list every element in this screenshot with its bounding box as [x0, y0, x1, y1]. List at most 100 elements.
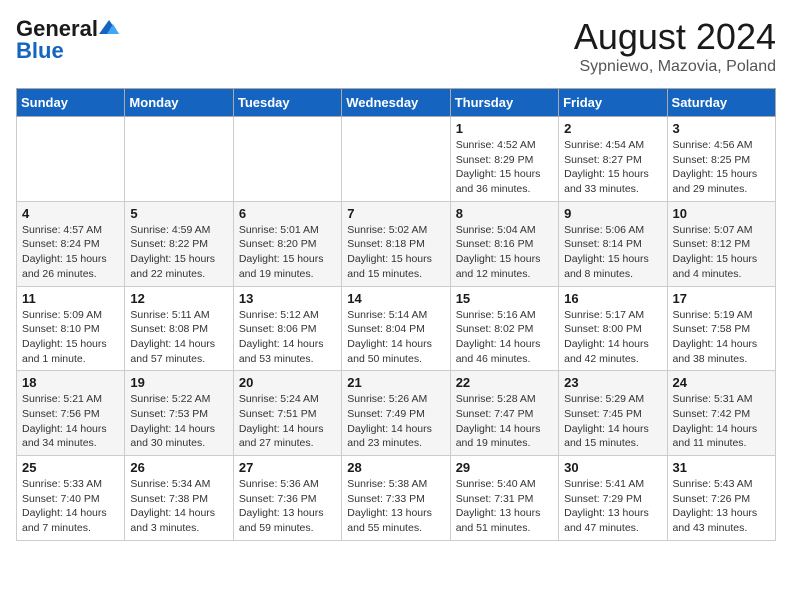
day-info: Sunrise: 5:14 AM Sunset: 8:04 PM Dayligh…: [347, 308, 444, 367]
calendar-day: 4 Sunrise: 4:57 AM Sunset: 8:24 PM Daylig…: [17, 201, 125, 286]
day-number: 3: [673, 121, 770, 136]
day-number: 10: [673, 206, 770, 221]
day-number: 11: [22, 291, 119, 306]
day-number: 17: [673, 291, 770, 306]
day-header-friday: Friday: [559, 89, 667, 117]
calendar-day: 5 Sunrise: 4:59 AM Sunset: 8:22 PM Daylig…: [125, 201, 233, 286]
calendar-week-2: 4 Sunrise: 4:57 AM Sunset: 8:24 PM Daylig…: [17, 201, 776, 286]
title-block: August 2024 Sypniewo, Mazovia, Poland: [574, 16, 776, 76]
subtitle: Sypniewo, Mazovia, Poland: [574, 58, 776, 76]
day-info: Sunrise: 5:16 AM Sunset: 8:02 PM Dayligh…: [456, 308, 553, 367]
day-info: Sunrise: 5:28 AM Sunset: 7:47 PM Dayligh…: [456, 392, 553, 451]
day-info: Sunrise: 5:17 AM Sunset: 8:00 PM Dayligh…: [564, 308, 661, 367]
day-info: Sunrise: 5:34 AM Sunset: 7:38 PM Dayligh…: [130, 477, 227, 536]
calendar-week-1: 1Sunrise: 4:52 AM Sunset: 8:29 PM Daylig…: [17, 117, 776, 202]
calendar-day: 30 Sunrise: 5:41 AM Sunset: 7:29 PM Dayli…: [559, 456, 667, 541]
calendar-week-3: 11 Sunrise: 5:09 AM Sunset: 8:10 PM Dayli…: [17, 286, 776, 371]
calendar-day: 26 Sunrise: 5:34 AM Sunset: 7:38 PM Dayli…: [125, 456, 233, 541]
day-number: 31: [673, 460, 770, 475]
day-header-thursday: Thursday: [450, 89, 558, 117]
day-number: 9: [564, 206, 661, 221]
calendar-day: [125, 117, 233, 202]
calendar-week-4: 18 Sunrise: 5:21 AM Sunset: 7:56 PM Dayli…: [17, 371, 776, 456]
calendar-day: 17 Sunrise: 5:19 AM Sunset: 7:58 PM Dayli…: [667, 286, 775, 371]
day-info: Sunrise: 5:29 AM Sunset: 7:45 PM Dayligh…: [564, 392, 661, 451]
day-info: Sunrise: 5:09 AM Sunset: 8:10 PM Dayligh…: [22, 308, 119, 367]
day-info: Sunrise: 4:54 AM Sunset: 8:27 PM Dayligh…: [564, 138, 661, 197]
day-info: Sunrise: 5:21 AM Sunset: 7:56 PM Dayligh…: [22, 392, 119, 451]
day-number: 5: [130, 206, 227, 221]
day-number: 26: [130, 460, 227, 475]
day-number: 8: [456, 206, 553, 221]
day-info: Sunrise: 5:22 AM Sunset: 7:53 PM Dayligh…: [130, 392, 227, 451]
day-number: 6: [239, 206, 336, 221]
logo: General Blue: [16, 16, 119, 64]
day-number: 18: [22, 375, 119, 390]
logo-blue: Blue: [16, 38, 64, 64]
calendar-day: 23 Sunrise: 5:29 AM Sunset: 7:45 PM Dayli…: [559, 371, 667, 456]
day-info: Sunrise: 5:38 AM Sunset: 7:33 PM Dayligh…: [347, 477, 444, 536]
day-info: Sunrise: 5:24 AM Sunset: 7:51 PM Dayligh…: [239, 392, 336, 451]
day-number: 24: [673, 375, 770, 390]
day-number: 4: [22, 206, 119, 221]
day-number: 29: [456, 460, 553, 475]
calendar-day: [233, 117, 341, 202]
day-info: Sunrise: 4:57 AM Sunset: 8:24 PM Dayligh…: [22, 223, 119, 282]
calendar-day: 16 Sunrise: 5:17 AM Sunset: 8:00 PM Dayli…: [559, 286, 667, 371]
day-info: Sunrise: 4:52 AM Sunset: 8:29 PM Dayligh…: [456, 138, 553, 197]
day-number: 16: [564, 291, 661, 306]
day-header-wednesday: Wednesday: [342, 89, 450, 117]
day-info: Sunrise: 5:41 AM Sunset: 7:29 PM Dayligh…: [564, 477, 661, 536]
calendar-day: 31 Sunrise: 5:43 AM Sunset: 7:26 PM Dayli…: [667, 456, 775, 541]
calendar-day: 12Sunrise: 5:11 AM Sunset: 8:08 PM Dayli…: [125, 286, 233, 371]
day-info: Sunrise: 5:06 AM Sunset: 8:14 PM Dayligh…: [564, 223, 661, 282]
logo-icon: [99, 20, 119, 34]
day-info: Sunrise: 5:33 AM Sunset: 7:40 PM Dayligh…: [22, 477, 119, 536]
calendar-table: SundayMondayTuesdayWednesdayThursdayFrid…: [16, 88, 776, 541]
day-number: 13: [239, 291, 336, 306]
day-info: Sunrise: 5:40 AM Sunset: 7:31 PM Dayligh…: [456, 477, 553, 536]
day-number: 20: [239, 375, 336, 390]
calendar-day: 20 Sunrise: 5:24 AM Sunset: 7:51 PM Dayli…: [233, 371, 341, 456]
calendar-day: 21Sunrise: 5:26 AM Sunset: 7:49 PM Dayli…: [342, 371, 450, 456]
day-number: 7: [347, 206, 444, 221]
day-number: 23: [564, 375, 661, 390]
day-info: Sunrise: 5:11 AM Sunset: 8:08 PM Dayligh…: [130, 308, 227, 367]
calendar-week-5: 25 Sunrise: 5:33 AM Sunset: 7:40 PM Dayli…: [17, 456, 776, 541]
calendar-day: 2 Sunrise: 4:54 AM Sunset: 8:27 PM Daylig…: [559, 117, 667, 202]
day-number: 30: [564, 460, 661, 475]
day-info: Sunrise: 4:59 AM Sunset: 8:22 PM Dayligh…: [130, 223, 227, 282]
day-info: Sunrise: 5:31 AM Sunset: 7:42 PM Dayligh…: [673, 392, 770, 451]
day-number: 19: [130, 375, 227, 390]
day-info: Sunrise: 5:04 AM Sunset: 8:16 PM Dayligh…: [456, 223, 553, 282]
day-header-tuesday: Tuesday: [233, 89, 341, 117]
calendar-day: [342, 117, 450, 202]
calendar-day: 3 Sunrise: 4:56 AM Sunset: 8:25 PM Daylig…: [667, 117, 775, 202]
day-info: Sunrise: 4:56 AM Sunset: 8:25 PM Dayligh…: [673, 138, 770, 197]
calendar-day: 8 Sunrise: 5:04 AM Sunset: 8:16 PM Daylig…: [450, 201, 558, 286]
day-header-sunday: Sunday: [17, 89, 125, 117]
day-number: 25: [22, 460, 119, 475]
day-number: 15: [456, 291, 553, 306]
calendar-day: 11 Sunrise: 5:09 AM Sunset: 8:10 PM Dayli…: [17, 286, 125, 371]
day-number: 28: [347, 460, 444, 475]
calendar-day: 13 Sunrise: 5:12 AM Sunset: 8:06 PM Dayli…: [233, 286, 341, 371]
calendar-day: 27Sunrise: 5:36 AM Sunset: 7:36 PM Dayli…: [233, 456, 341, 541]
day-info: Sunrise: 5:19 AM Sunset: 7:58 PM Dayligh…: [673, 308, 770, 367]
day-header-saturday: Saturday: [667, 89, 775, 117]
day-number: 14: [347, 291, 444, 306]
day-number: 2: [564, 121, 661, 136]
calendar-day: 9 Sunrise: 5:06 AM Sunset: 8:14 PM Daylig…: [559, 201, 667, 286]
day-info: Sunrise: 5:12 AM Sunset: 8:06 PM Dayligh…: [239, 308, 336, 367]
calendar-day: 25 Sunrise: 5:33 AM Sunset: 7:40 PM Dayli…: [17, 456, 125, 541]
calendar-day: 24 Sunrise: 5:31 AM Sunset: 7:42 PM Dayli…: [667, 371, 775, 456]
day-info: Sunrise: 5:26 AM Sunset: 7:49 PM Dayligh…: [347, 392, 444, 451]
calendar-day: 29 Sunrise: 5:40 AM Sunset: 7:31 PM Dayli…: [450, 456, 558, 541]
calendar-day: 14 Sunrise: 5:14 AM Sunset: 8:04 PM Dayli…: [342, 286, 450, 371]
day-number: 27: [239, 460, 336, 475]
day-number: 22: [456, 375, 553, 390]
calendar-day: 15 Sunrise: 5:16 AM Sunset: 8:02 PM Dayli…: [450, 286, 558, 371]
day-info: Sunrise: 5:43 AM Sunset: 7:26 PM Dayligh…: [673, 477, 770, 536]
page-header: General Blue August 2024 Sypniewo, Mazov…: [16, 16, 776, 76]
day-info: Sunrise: 5:01 AM Sunset: 8:20 PM Dayligh…: [239, 223, 336, 282]
